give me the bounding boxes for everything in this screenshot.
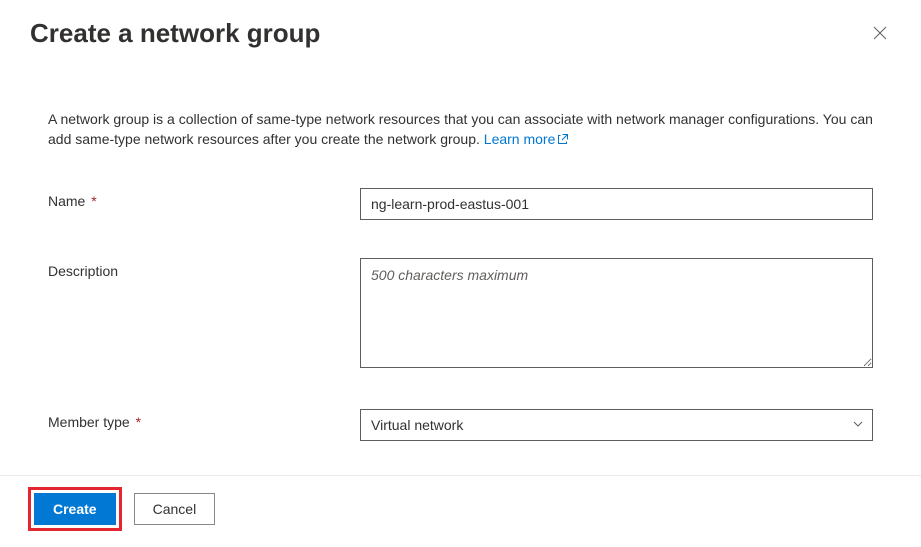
intro-body: A network group is a collection of same-… [48, 111, 873, 147]
name-input[interactable] [360, 188, 873, 220]
name-label-text: Name [48, 193, 85, 209]
page-title: Create a network group [30, 18, 320, 49]
cancel-button[interactable]: Cancel [134, 493, 216, 525]
close-icon [873, 26, 887, 40]
description-label: Description [48, 258, 360, 279]
name-label: Name * [48, 188, 360, 209]
learn-more-label: Learn more [484, 131, 556, 147]
member-type-label-text: Member type [48, 414, 130, 430]
footer-divider [0, 475, 921, 476]
required-asterisk: * [87, 193, 96, 209]
member-type-select[interactable]: Virtual network [360, 409, 873, 441]
create-button[interactable]: Create [34, 493, 116, 525]
external-link-icon [555, 131, 569, 147]
learn-more-link[interactable]: Learn more [484, 131, 570, 147]
description-label-text: Description [48, 263, 118, 279]
intro-text: A network group is a collection of same-… [48, 109, 873, 150]
description-input[interactable] [360, 258, 873, 368]
required-asterisk: * [132, 414, 141, 430]
close-button[interactable] [869, 22, 891, 44]
member-type-label: Member type * [48, 409, 360, 430]
create-button-highlight: Create [28, 487, 122, 531]
